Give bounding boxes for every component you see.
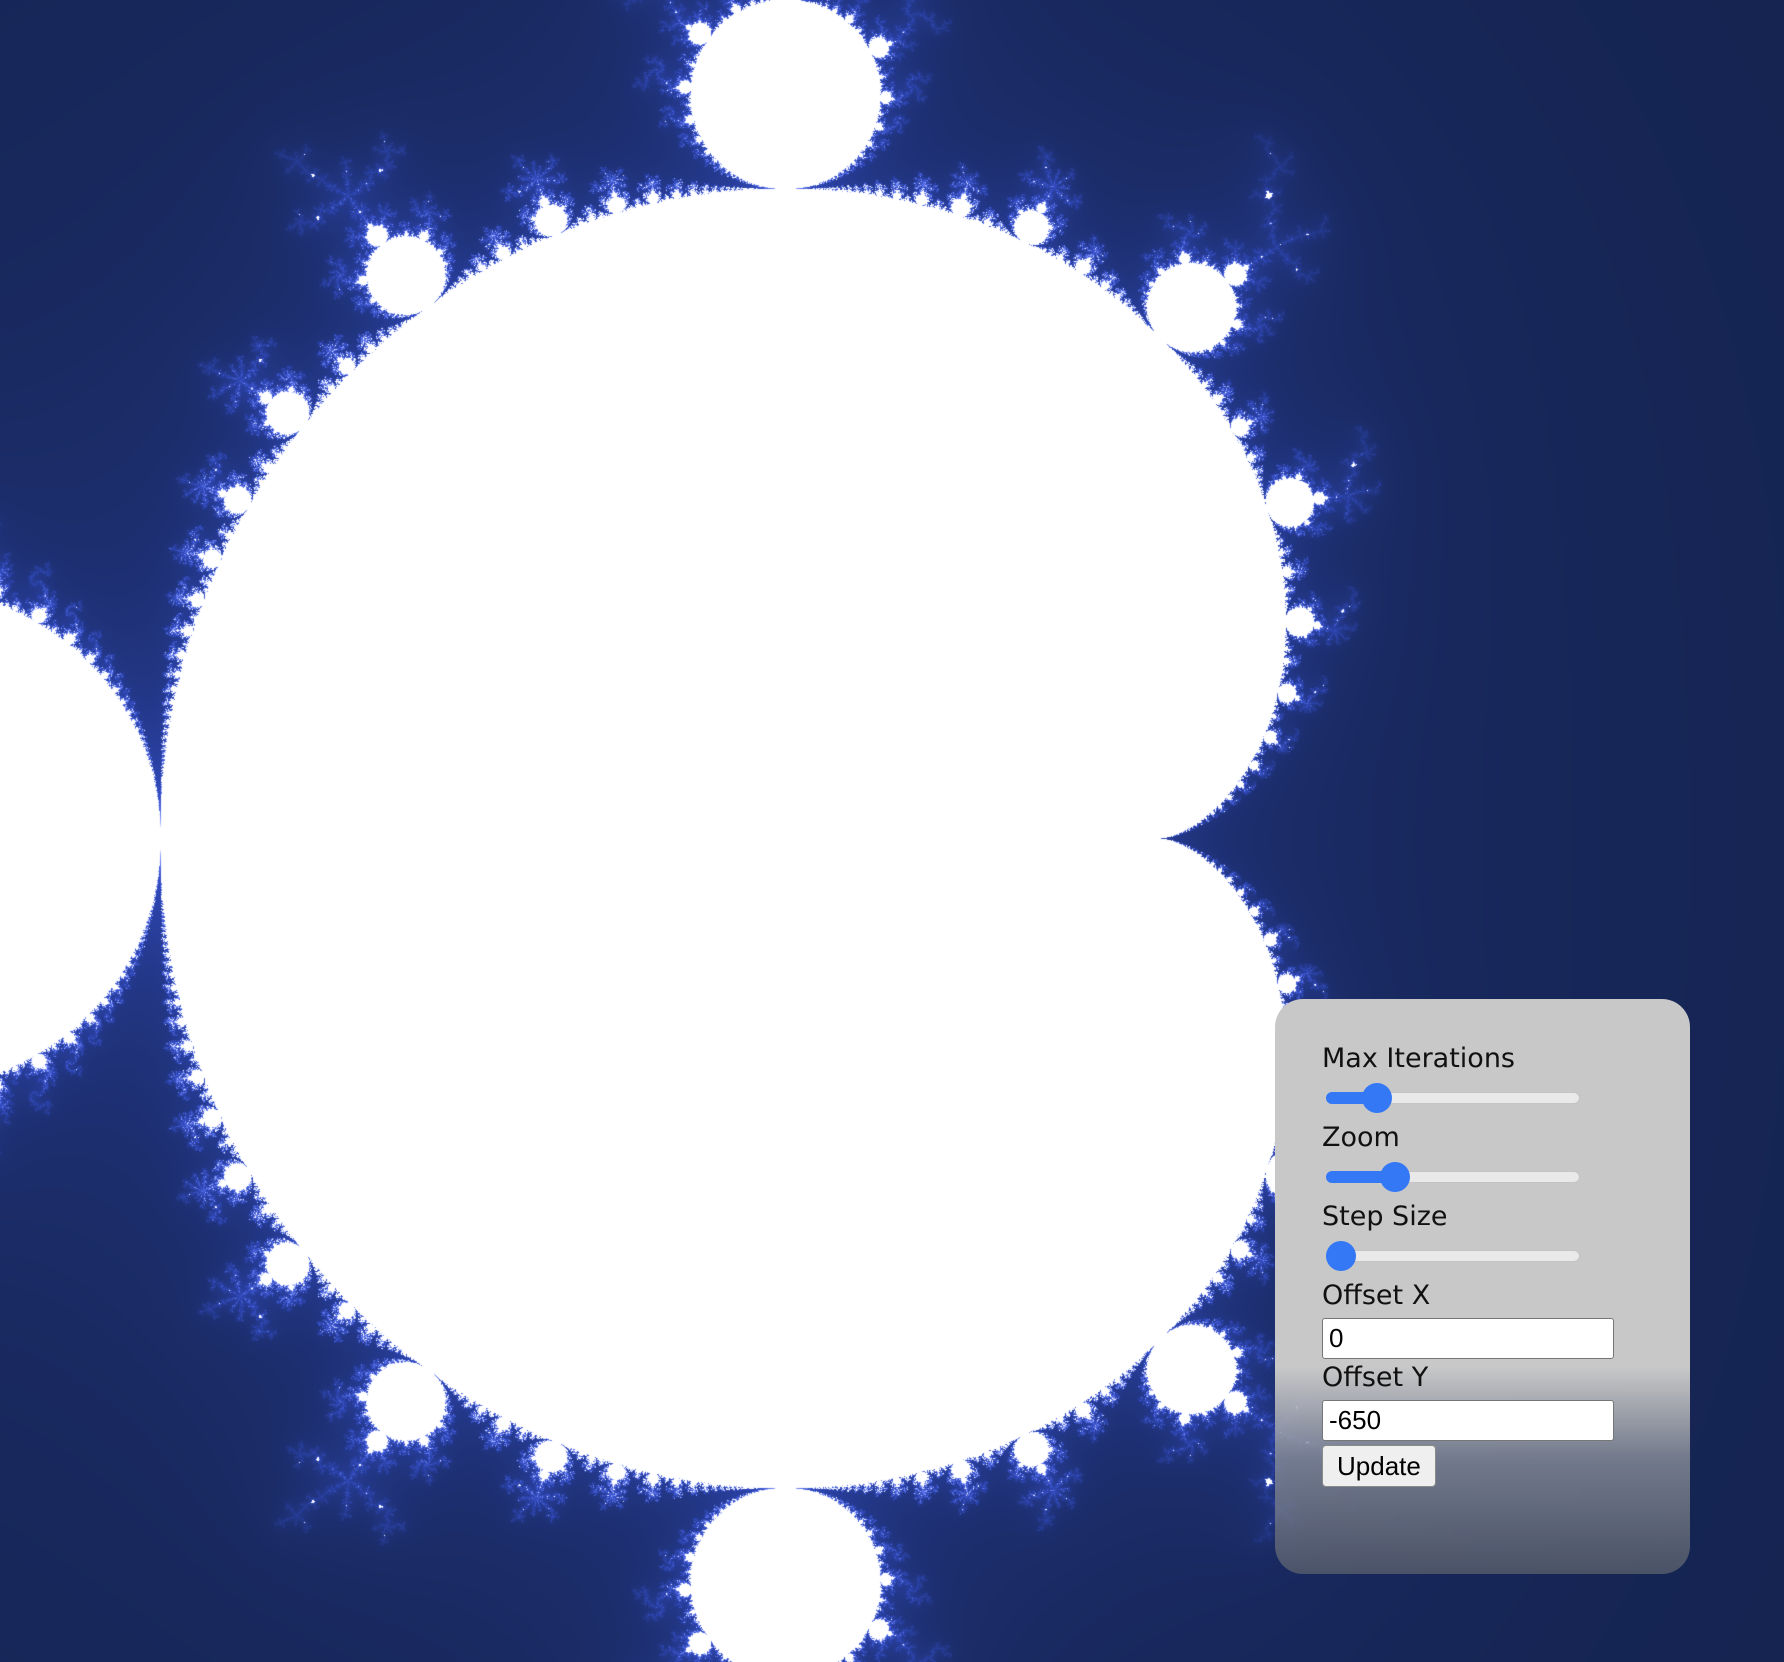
max-iterations-slider[interactable] xyxy=(1322,1081,1580,1115)
offset-x-label: Offset X xyxy=(1322,1280,1431,1311)
offset-x-input[interactable] xyxy=(1322,1318,1614,1359)
update-button[interactable]: Update xyxy=(1322,1445,1436,1487)
zoom-slider[interactable] xyxy=(1322,1160,1580,1194)
step-size-label: Step Size xyxy=(1322,1201,1448,1232)
zoom-label: Zoom xyxy=(1322,1122,1400,1153)
slider-track xyxy=(1326,1250,1580,1262)
slider-thumb[interactable] xyxy=(1326,1241,1356,1271)
max-iterations-label: Max Iterations xyxy=(1322,1043,1515,1074)
slider-thumb[interactable] xyxy=(1379,1162,1410,1192)
slider-thumb[interactable] xyxy=(1361,1083,1392,1113)
offset-y-label: Offset Y xyxy=(1322,1362,1429,1393)
offset-y-input[interactable] xyxy=(1322,1400,1614,1441)
controls-panel: Max Iterations Zoom Step Size Offset X O… xyxy=(1275,999,1690,1574)
step-size-slider[interactable] xyxy=(1322,1239,1580,1273)
